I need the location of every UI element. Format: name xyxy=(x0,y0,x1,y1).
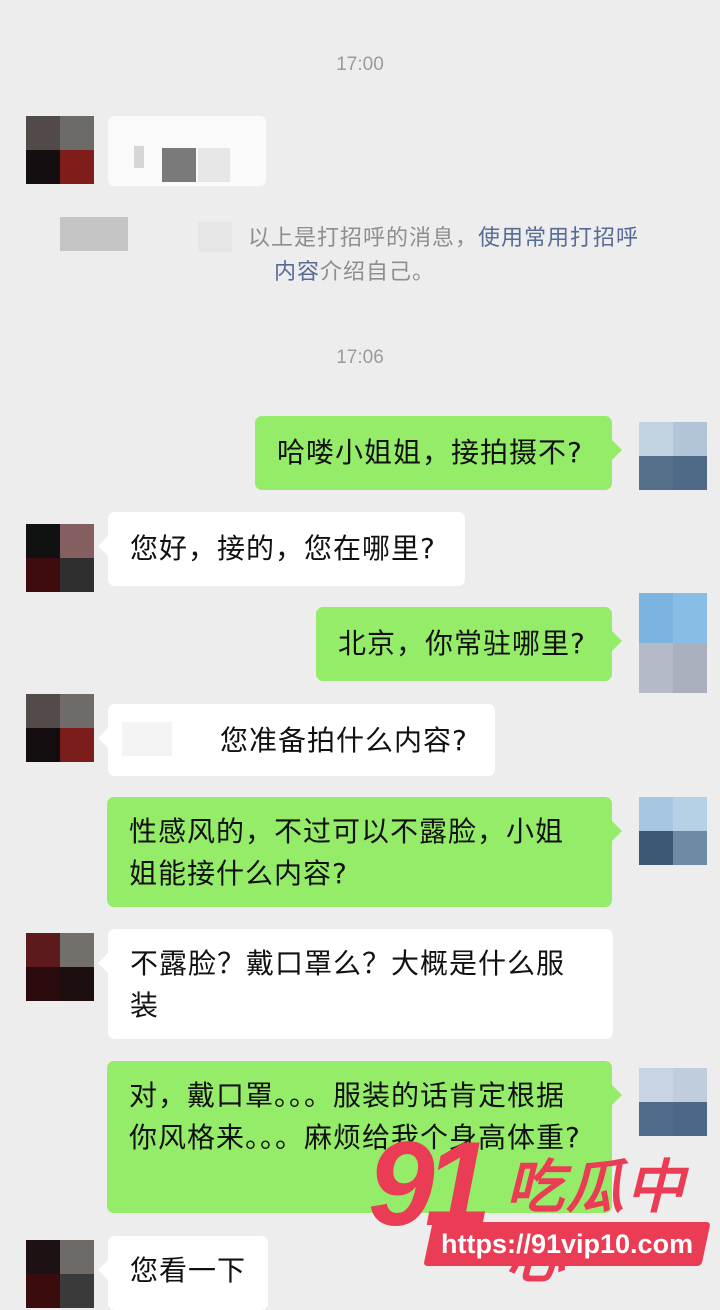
message-text: 您看一下 xyxy=(130,1254,247,1287)
blurred-text xyxy=(60,217,128,251)
message-text: 不露脸？戴口罩么？大概是什么服装 xyxy=(130,947,566,1022)
contact-avatar[interactable] xyxy=(26,116,94,184)
contact-avatar[interactable] xyxy=(26,933,94,1001)
greeting-template-link[interactable]: 内容 xyxy=(274,260,320,285)
blurred-greeting-bubble xyxy=(108,116,266,186)
message-text: 您准备拍什么内容? xyxy=(220,724,468,757)
incoming-message[interactable]: 不露脸？戴口罩么？大概是什么服装 xyxy=(98,929,613,1039)
timestamp: 17:00 xyxy=(336,54,384,75)
greeting-template-link[interactable]: 使用常用打招呼 xyxy=(478,226,639,251)
outgoing-message[interactable]: 哈喽小姐姐，接拍摄不? xyxy=(255,416,622,490)
watermark: 91 吃瓜中心 https://91vip10.com xyxy=(368,1124,718,1291)
my-avatar[interactable] xyxy=(639,1068,707,1136)
outgoing-message[interactable]: 北京，你常驻哪里? xyxy=(316,607,622,681)
my-avatar[interactable] xyxy=(639,797,707,865)
incoming-message[interactable]: 您看一下 xyxy=(98,1236,268,1310)
message-text: 性感风的，不过可以不露脸，小姐姐能接什么内容? xyxy=(129,815,565,890)
incoming-message[interactable]: 您好，接的，您在哪里? xyxy=(98,512,465,586)
watermark-url: https://91vip10.com xyxy=(423,1222,711,1266)
my-avatar[interactable] xyxy=(639,593,707,693)
message-text: 北京，你常驻哪里? xyxy=(338,627,586,660)
timestamp: 17:06 xyxy=(336,347,384,368)
message-text: 哈喽小姐姐，接拍摄不? xyxy=(277,436,583,469)
contact-avatar[interactable] xyxy=(26,694,94,762)
system-notice: 以上是打招呼的消息，使用常用打招呼 内容介绍自己。 xyxy=(248,222,678,290)
my-avatar[interactable] xyxy=(639,422,707,490)
watermark-url-text: https://91vip10.com xyxy=(440,1229,694,1259)
incoming-message[interactable]: 您准备拍什么内容? xyxy=(98,704,495,776)
blurred-text xyxy=(122,722,172,756)
contact-avatar[interactable] xyxy=(26,524,94,592)
notice-text: 介绍自己。 xyxy=(320,260,436,285)
contact-avatar[interactable] xyxy=(26,1240,94,1308)
notice-text: 以上是打招呼的消息， xyxy=(248,226,479,251)
outgoing-message[interactable]: 性感风的，不过可以不露脸，小姐姐能接什么内容? xyxy=(107,797,622,907)
blurred-text xyxy=(198,222,232,252)
message-text: 您好，接的，您在哪里? xyxy=(130,532,436,565)
